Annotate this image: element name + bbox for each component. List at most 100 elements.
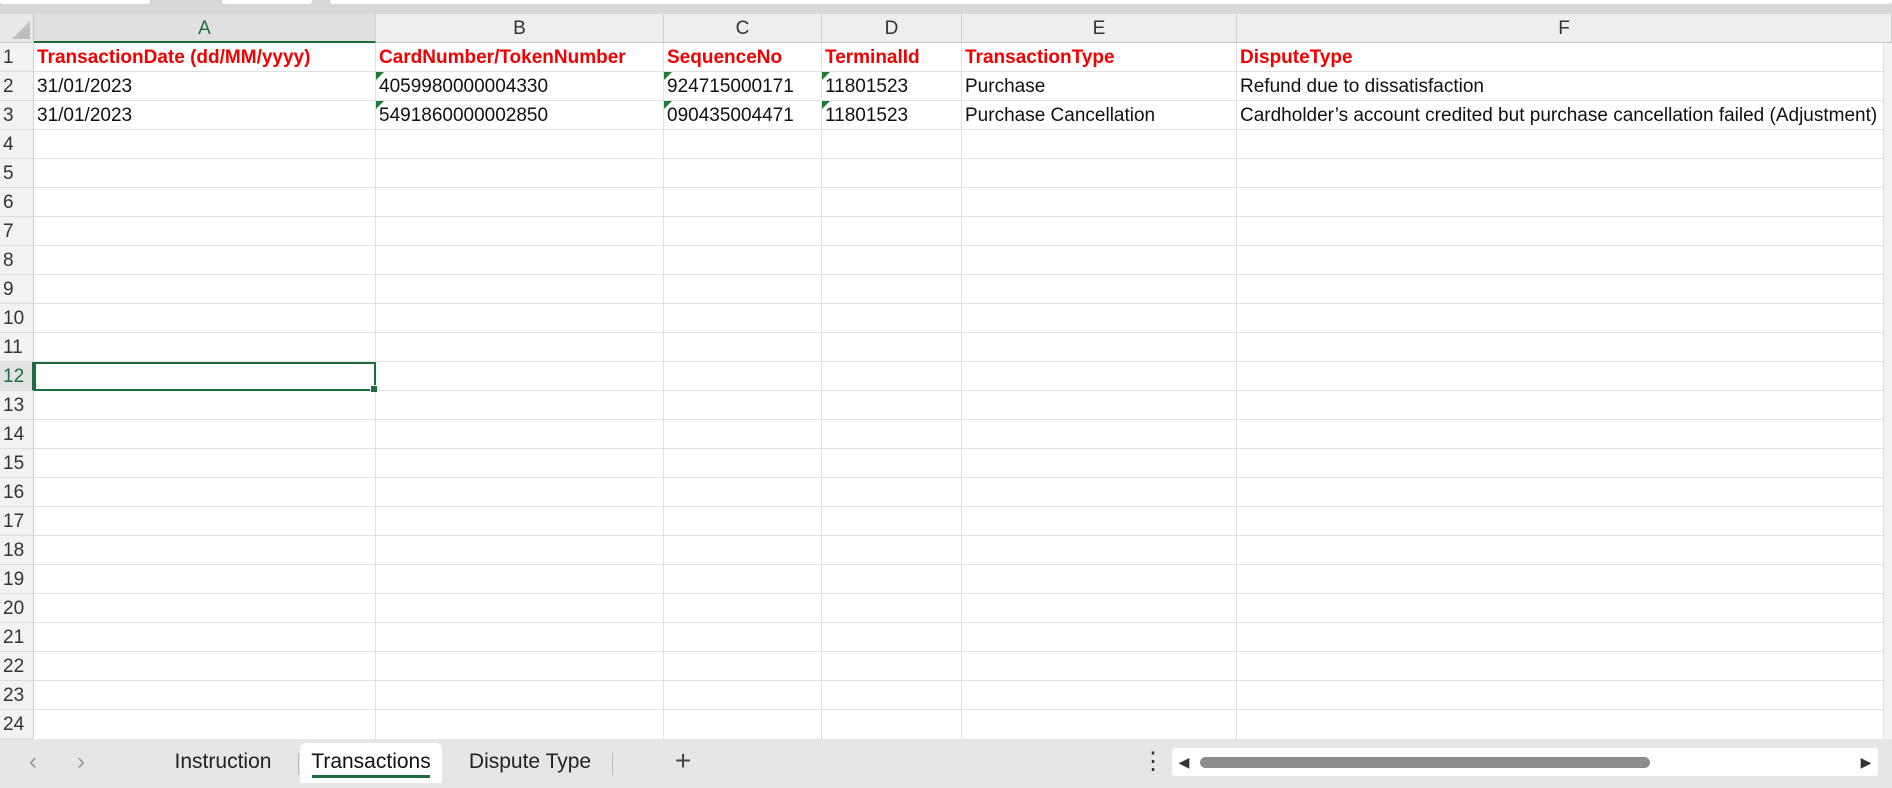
cell-c2[interactable]: 924715000171 <box>664 72 822 101</box>
active-cell-selection[interactable] <box>34 362 378 393</box>
gridline <box>34 477 1892 478</box>
cell-a1[interactable]: TransactionDate (dd/MM/yyyy) <box>34 43 376 72</box>
add-sheet-button[interactable]: + <box>666 745 700 779</box>
cell-e3[interactable]: Purchase Cancellation <box>962 101 1237 130</box>
cell-f1[interactable]: DisputeType <box>1237 43 1892 72</box>
row-header-22[interactable]: 22 <box>0 652 34 681</box>
row-header-24[interactable]: 24 <box>0 710 34 739</box>
row-header-3[interactable]: 3 <box>0 101 34 130</box>
select-all-triangle-icon <box>12 21 30 39</box>
row-header-15[interactable]: 15 <box>0 449 34 478</box>
cell-d2[interactable]: 11801523 <box>822 72 962 101</box>
ribbon-edge <box>0 0 1892 14</box>
tab-options-button[interactable]: ⋮ <box>1141 747 1165 777</box>
row-header-4[interactable]: 4 <box>0 130 34 159</box>
number-as-text-warning-icon <box>664 72 672 80</box>
cell-area[interactable]: TransactionDate (dd/MM/yyyy) CardNumber/… <box>34 43 1892 739</box>
row-header-19[interactable]: 19 <box>0 565 34 594</box>
worksheet-grid[interactable]: A B C D E F 1 2 3 4 5 6 7 8 9 10 11 12 1… <box>0 14 1892 739</box>
row-header-23[interactable]: 23 <box>0 681 34 710</box>
column-header-d[interactable]: D <box>822 14 962 43</box>
scroll-right-button[interactable]: ▶ <box>1854 748 1878 776</box>
cell-c1[interactable]: SequenceNo <box>664 43 822 72</box>
row-header-16[interactable]: 16 <box>0 478 34 507</box>
cell-b3[interactable]: 5491860000002850 <box>376 101 664 130</box>
horizontal-scrollbar[interactable]: ◀ ▶ <box>1172 748 1878 776</box>
column-header-a[interactable]: A <box>34 14 376 43</box>
top-tab-fragment <box>0 0 150 4</box>
gridline <box>34 535 1892 536</box>
sheet-tab-instruction[interactable]: Instruction <box>158 743 288 783</box>
row-header-7[interactable]: 7 <box>0 217 34 246</box>
cell-e2[interactable]: Purchase <box>962 72 1237 101</box>
cell-d1[interactable]: TerminalId <box>822 43 962 72</box>
cell-a2[interactable]: 31/01/2023 <box>34 72 376 101</box>
active-tab-underline <box>312 775 430 778</box>
row-header-18[interactable]: 18 <box>0 536 34 565</box>
gridline <box>34 245 1892 246</box>
formula-bar-edge <box>330 0 1892 4</box>
scroll-thumb[interactable] <box>1200 757 1650 768</box>
row-header-9[interactable]: 9 <box>0 275 34 304</box>
tab-separator <box>612 753 613 775</box>
cell-b2[interactable]: 4059980000004330 <box>376 72 664 101</box>
cell-c3[interactable]: 090435004471 <box>664 101 822 130</box>
cell-a3[interactable]: 31/01/2023 <box>34 101 376 130</box>
row-header-1[interactable]: 1 <box>0 43 34 72</box>
sheet-tab-transactions[interactable]: Transactions <box>300 743 442 783</box>
gridline <box>34 622 1892 623</box>
triangle-left-icon: ◀ <box>1178 754 1190 770</box>
gridline <box>34 564 1892 565</box>
vertical-scroll-strip[interactable] <box>1883 43 1892 739</box>
row-header-5[interactable]: 5 <box>0 159 34 188</box>
cell-b2-value: 4059980000004330 <box>379 76 549 97</box>
cell-c2-value: 924715000171 <box>667 76 794 97</box>
gridline <box>34 419 1892 420</box>
scroll-left-button[interactable]: ◀ <box>1172 748 1196 776</box>
row-header-13[interactable]: 13 <box>0 391 34 420</box>
column-header-e[interactable]: E <box>962 14 1237 43</box>
chevron-right-icon: › <box>77 748 85 775</box>
gridline <box>34 680 1892 681</box>
gridline <box>34 216 1892 217</box>
row-header-12[interactable]: 12 <box>0 362 34 391</box>
gridline <box>34 709 1892 710</box>
gridline <box>821 43 822 739</box>
number-as-text-warning-icon <box>376 101 384 109</box>
next-sheet-button[interactable]: › <box>66 747 96 777</box>
gridline <box>34 158 1892 159</box>
select-all-corner[interactable] <box>0 14 34 43</box>
row-header-10[interactable]: 10 <box>0 304 34 333</box>
gridline <box>34 651 1892 652</box>
column-header-c[interactable]: C <box>664 14 822 43</box>
row-header-20[interactable]: 20 <box>0 594 34 623</box>
cell-f2[interactable]: Refund due to dissatisfaction <box>1237 72 1892 101</box>
cell-f3[interactable]: Cardholder’s account credited but purcha… <box>1237 101 1892 130</box>
row-header-17[interactable]: 17 <box>0 507 34 536</box>
gridline <box>34 274 1892 275</box>
prev-sheet-button[interactable]: ‹ <box>18 747 48 777</box>
column-header-f[interactable]: F <box>1237 14 1892 43</box>
sheet-tab-dispute-type[interactable]: Dispute Type <box>455 743 605 783</box>
row-header-21[interactable]: 21 <box>0 623 34 652</box>
sheet-tab-bar: ‹ › Instruction Transactions Dispute Typ… <box>0 739 1892 788</box>
cell-e1[interactable]: TransactionType <box>962 43 1237 72</box>
cell-b1[interactable]: CardNumber/TokenNumber <box>376 43 664 72</box>
column-header-b[interactable]: B <box>376 14 664 43</box>
row-header-6[interactable]: 6 <box>0 188 34 217</box>
top-tab-fragment <box>222 0 312 4</box>
plus-icon: + <box>674 745 692 776</box>
triangle-right-icon: ▶ <box>1860 754 1872 770</box>
fill-handle[interactable] <box>370 385 378 393</box>
tab-separator <box>298 753 299 775</box>
chevron-left-icon: ‹ <box>29 748 37 775</box>
row-header-11[interactable]: 11 <box>0 333 34 362</box>
row-header-14[interactable]: 14 <box>0 420 34 449</box>
sheet-tab-label: Instruction <box>174 750 272 773</box>
cell-d3[interactable]: 11801523 <box>822 101 962 130</box>
vertical-dots-icon: ⋮ <box>1141 748 1165 775</box>
row-header-8[interactable]: 8 <box>0 246 34 275</box>
row-header-2[interactable]: 2 <box>0 72 34 101</box>
gridline <box>34 332 1892 333</box>
gridline <box>34 448 1892 449</box>
